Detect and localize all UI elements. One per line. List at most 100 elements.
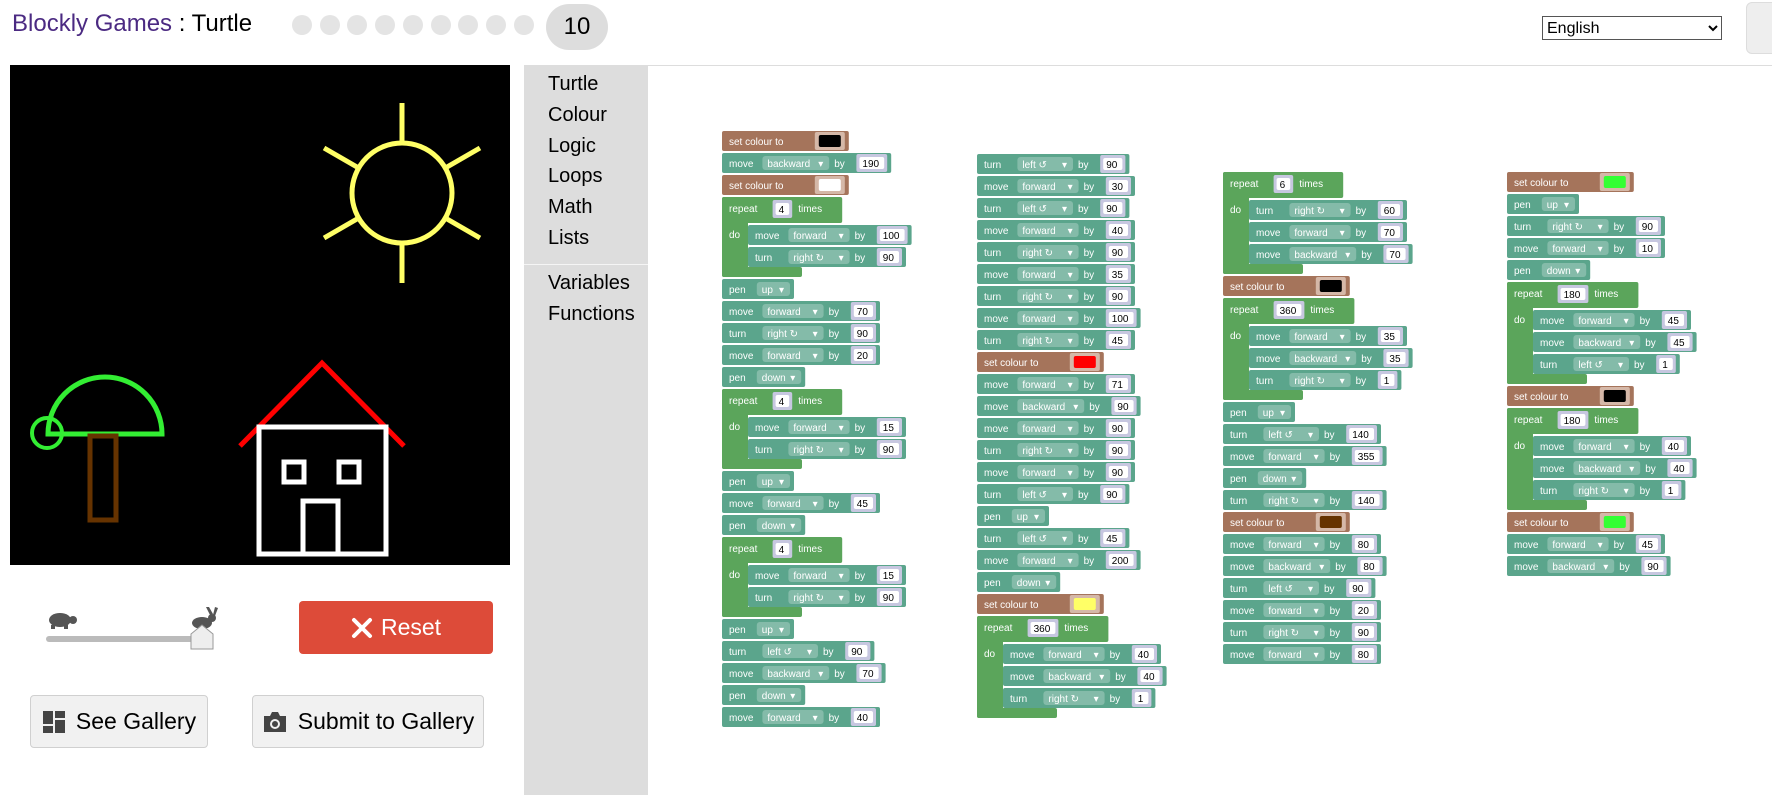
move-block[interactable]: move forward ▾ by 45 [722, 493, 880, 513]
move-block[interactable]: move forward ▾ by 200 [977, 550, 1141, 570]
speed-slider-track[interactable] [46, 636, 204, 642]
move-block[interactable]: move backward ▾ by 40 [1533, 458, 1697, 478]
colour-swatch[interactable] [1603, 390, 1626, 402]
level-2-dot[interactable] [319, 15, 340, 35]
move-block[interactable]: move forward ▾ by 90 [977, 462, 1135, 482]
move-block[interactable]: move forward ▾ by 80 [1223, 534, 1381, 554]
pen-block[interactable]: pen down ▾ [977, 572, 1061, 592]
turn-block[interactable]: turn right ↻ ▾ by 1 [1003, 688, 1156, 708]
turn-block[interactable]: turn left ↺ ▾ by 90 [1223, 578, 1376, 598]
pen-block[interactable]: pen up ▾ [722, 471, 794, 491]
colour-block[interactable]: set colour to [1507, 512, 1634, 532]
move-block[interactable]: move backward ▾ by 70 [722, 663, 886, 683]
turn-block[interactable]: turn right ↻ ▾ by 90 [977, 440, 1135, 460]
move-block[interactable]: move forward ▾ by 10 [1507, 238, 1665, 258]
turn-block[interactable]: turn right ↻ ▾ by 90 [1223, 622, 1381, 642]
move-block[interactable]: move backward ▾ by 35 [1249, 348, 1413, 368]
level-8-dot[interactable] [485, 15, 506, 35]
language-select[interactable]: English [1542, 16, 1722, 40]
move-block[interactable]: move forward ▾ by 45 [1507, 534, 1665, 554]
toolbox-category-loops[interactable]: Loops [548, 165, 603, 188]
pen-block[interactable]: pen down ▾ [722, 367, 806, 387]
colour-swatch[interactable] [818, 135, 841, 147]
turn-block[interactable]: turn left ↺ ▾ by 90 [977, 154, 1130, 174]
move-block[interactable]: move forward ▾ by 40 [1003, 644, 1161, 664]
move-block[interactable]: move forward ▾ by 355 [1223, 446, 1387, 466]
colour-swatch[interactable] [818, 179, 841, 191]
level-5-dot[interactable] [402, 15, 423, 35]
toolbox-category-logic[interactable]: Logic [548, 135, 596, 158]
turn-block[interactable]: turn right ↻ ▾ by 90 [748, 439, 906, 459]
move-block[interactable]: move forward ▾ by 30 [977, 176, 1135, 196]
move-block[interactable]: move backward ▾ by 190 [722, 153, 892, 173]
turn-block[interactable]: turn right ↻ ▾ by 90 [748, 247, 906, 267]
move-block[interactable]: move backward ▾ by 80 [1223, 556, 1387, 576]
colour-swatch[interactable] [1319, 516, 1342, 528]
blocks-canvas[interactable]: set colour tomove backward ▾ by 190set colou… [524, 65, 1772, 795]
move-block[interactable]: move backward ▾ by 70 [1249, 244, 1413, 264]
turn-block[interactable]: turn right ↻ ▾ by 90 [1507, 216, 1665, 236]
reset-button[interactable]: Reset [299, 601, 493, 654]
blocks-workspace[interactable]: set colour to move backward ▾ by 190 set colou… [524, 65, 1772, 795]
toolbox-category-colour[interactable]: Colour [548, 104, 607, 127]
move-block[interactable]: move forward ▾ by 20 [1223, 600, 1381, 620]
move-block[interactable]: move forward ▾ by 45 [1533, 310, 1691, 330]
pen-block[interactable]: pen up ▾ [722, 619, 794, 639]
turn-block[interactable]: turn left ↺ ▾ by 1 [1533, 354, 1680, 374]
pen-block[interactable]: pen down ▾ [1223, 468, 1307, 488]
move-block[interactable]: move forward ▾ by 71 [977, 374, 1135, 394]
move-block[interactable]: move backward ▾ by 90 [977, 396, 1141, 416]
level-7-dot[interactable] [458, 15, 479, 35]
turn-block[interactable]: turn right ↻ ▾ by 60 [1249, 200, 1407, 220]
move-block[interactable]: move forward ▾ by 20 [722, 345, 880, 365]
level-3-dot[interactable] [347, 15, 368, 35]
move-block[interactable]: move forward ▾ by 40 [1533, 436, 1691, 456]
turn-block[interactable]: turn left ↺ ▾ by 90 [722, 641, 875, 661]
app-name-link[interactable]: Blockly Games [12, 10, 172, 37]
level-6-dot[interactable] [430, 15, 451, 35]
colour-swatch[interactable] [1603, 176, 1626, 188]
colour-block[interactable]: set colour to [977, 352, 1104, 372]
toolbox-category-lists[interactable]: Lists [548, 227, 589, 250]
move-block[interactable]: move forward ▾ by 15 [748, 417, 906, 437]
move-block[interactable]: move forward ▾ by 100 [977, 308, 1141, 328]
colour-block[interactable]: set colour to [977, 594, 1104, 614]
colour-block[interactable]: set colour to [1507, 172, 1634, 192]
colour-block[interactable]: set colour to [1507, 386, 1634, 406]
submit-to-gallery-button[interactable]: Submit to Gallery [252, 695, 484, 748]
turn-block[interactable]: turn right ↻ ▾ by 1 [1533, 480, 1686, 500]
move-block[interactable]: move forward ▾ by 70 [722, 301, 880, 321]
turn-block[interactable]: turn left ↺ ▾ by 90 [977, 198, 1130, 218]
turn-block[interactable]: turn right ↻ ▾ by 90 [722, 323, 880, 343]
move-block[interactable]: move backward ▾ by 40 [1003, 666, 1167, 686]
move-block[interactable]: move backward ▾ by 90 [1507, 556, 1671, 576]
colour-swatch[interactable] [1319, 280, 1342, 292]
move-block[interactable]: move forward ▾ by 35 [1249, 326, 1407, 346]
level-4-dot[interactable] [375, 15, 396, 35]
colour-block[interactable]: set colour to [1223, 512, 1350, 532]
move-block[interactable]: move forward ▾ by 15 [748, 565, 906, 585]
colour-swatch[interactable] [1073, 598, 1096, 610]
turn-block[interactable]: turn left ↺ ▾ by 90 [977, 484, 1130, 504]
pen-block[interactable]: pen up ▾ [1223, 402, 1295, 422]
turn-block[interactable]: turn left ↺ ▾ by 140 [1223, 424, 1381, 444]
toolbox-category-variables[interactable]: Variables [548, 272, 630, 295]
colour-block[interactable]: set colour to [722, 175, 849, 195]
turn-block[interactable]: turn right ↻ ▾ by 45 [977, 330, 1135, 350]
level-1-dot[interactable] [292, 15, 312, 35]
turn-block[interactable]: turn right ↻ ▾ by 140 [1223, 490, 1387, 510]
colour-block[interactable]: set colour to [722, 131, 849, 151]
toolbox-category-math[interactable]: Math [548, 196, 592, 219]
move-block[interactable]: move forward ▾ by 70 [1249, 222, 1407, 242]
turn-block[interactable]: turn right ↻ ▾ by 90 [977, 242, 1135, 262]
pen-block[interactable]: pen down ▾ [1507, 260, 1591, 280]
move-block[interactable]: move forward ▾ by 90 [977, 418, 1135, 438]
see-gallery-button[interactable]: See Gallery [30, 695, 208, 748]
speed-slider-thumb[interactable] [190, 624, 214, 650]
pen-block[interactable]: pen up ▾ [1507, 194, 1579, 214]
move-block[interactable]: move forward ▾ by 100 [748, 225, 912, 245]
current-level-badge[interactable]: 10 [546, 4, 608, 50]
turn-block[interactable]: turn left ↺ ▾ by 45 [977, 528, 1130, 548]
move-block[interactable]: move forward ▾ by 40 [977, 220, 1135, 240]
turn-block[interactable]: turn right ↻ ▾ by 1 [1249, 370, 1402, 390]
